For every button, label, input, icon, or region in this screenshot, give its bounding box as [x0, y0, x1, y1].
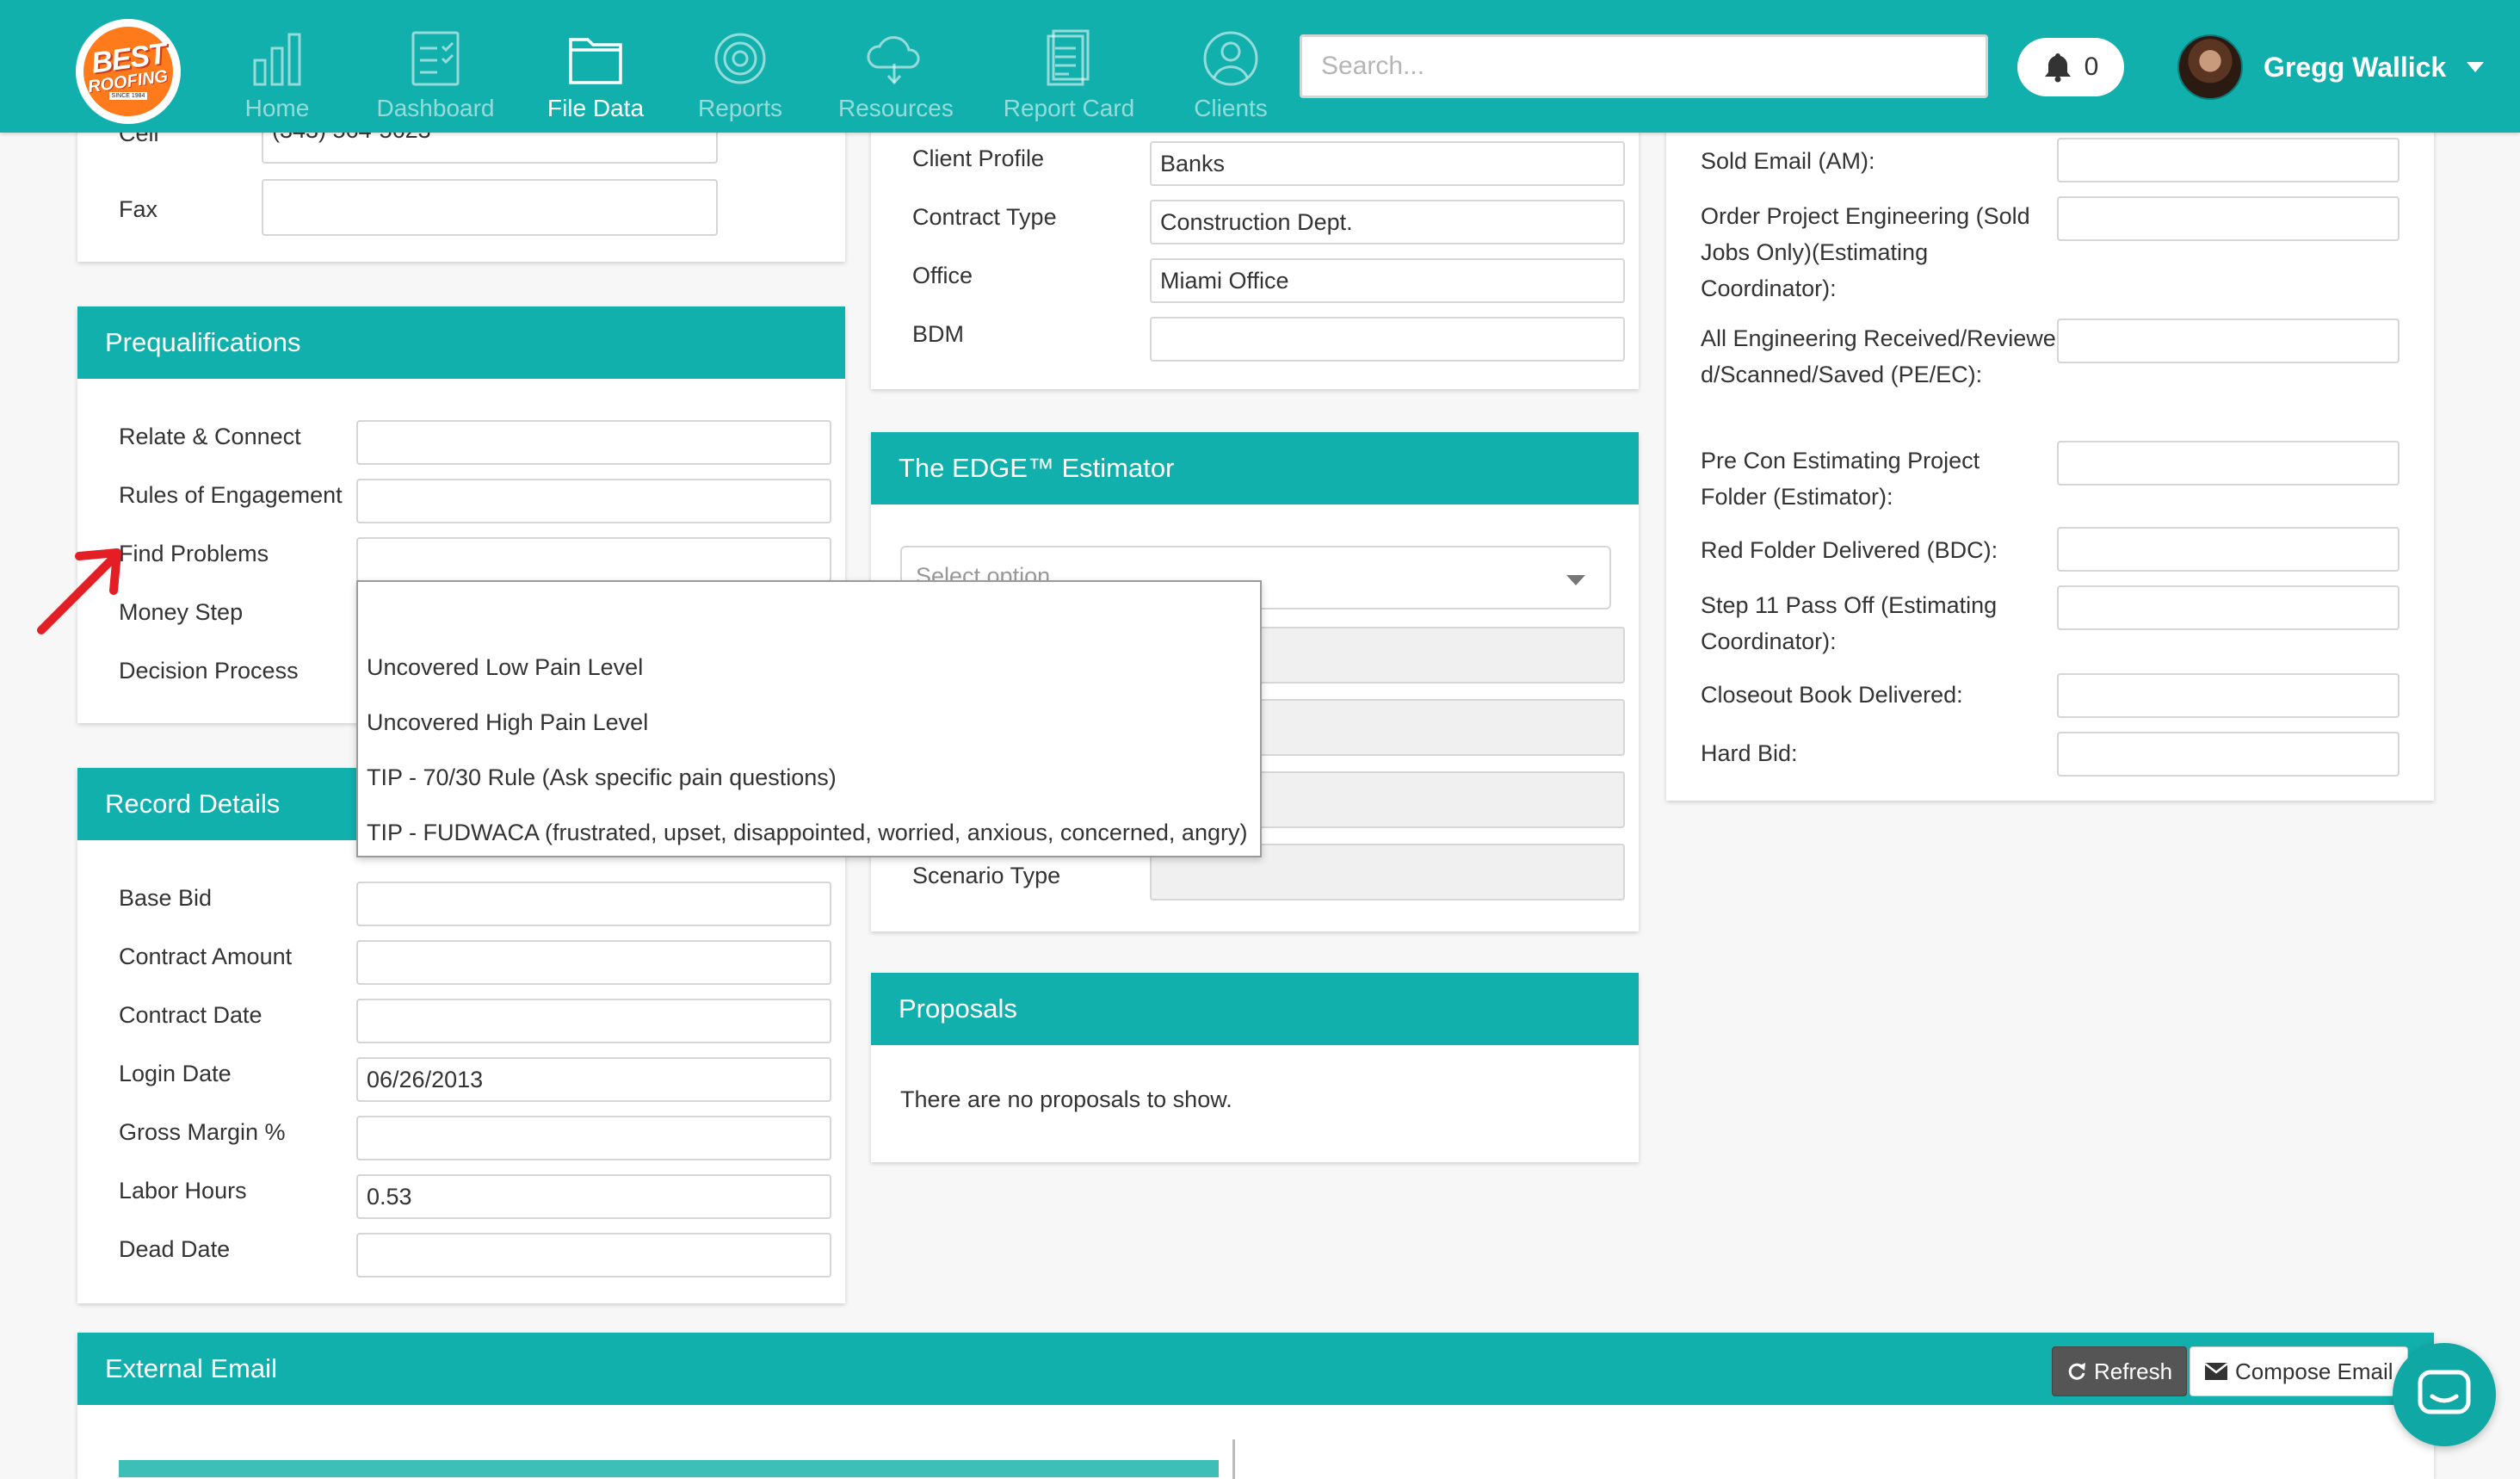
nav-resources[interactable]: Resources — [838, 26, 954, 126]
user-icon — [1203, 31, 1258, 86]
closeout-book-field[interactable] — [2057, 673, 2400, 718]
find-problems-select[interactable] — [356, 537, 831, 582]
dropdown-option-low-pain[interactable]: Uncovered Low Pain Level — [367, 654, 643, 681]
compose-email-button[interactable]: Compose Email — [2190, 1346, 2408, 1396]
nav-home[interactable]: Home — [234, 26, 320, 126]
fax-label: Fax — [119, 196, 158, 222]
labor-hours-field[interactable]: 0.53 — [356, 1174, 831, 1219]
contract-type-label: Contract Type — [912, 204, 1057, 230]
notification-count: 0 — [2084, 53, 2099, 81]
avatar — [2177, 34, 2243, 100]
dropdown-option-tip-fudwaca[interactable]: TIP - FUDWACA (frustrated, upset, disapp… — [367, 820, 1247, 846]
no-proposals-text: There are no proposals to show. — [900, 1086, 1232, 1112]
nav-clients[interactable]: Clients — [1188, 26, 1274, 126]
dead-date-field[interactable] — [356, 1233, 831, 1278]
client-profile-field[interactable]: Banks — [1150, 141, 1625, 186]
refresh-icon — [2068, 1363, 2085, 1380]
all-engineering-label: All Engineering Received/Reviewed/Scanne… — [1701, 325, 2056, 387]
bdm-label: BDM — [912, 321, 964, 347]
step-11-label: Step 11 Pass Off (Estimating Coordinator… — [1701, 592, 1998, 654]
top-navbar: BEST ROOFING SINCE 1984 Home Dashboard F… — [0, 0, 2520, 133]
hard-bid-field[interactable] — [2057, 732, 2400, 777]
search-input[interactable] — [1300, 34, 1988, 98]
nav-report-card[interactable]: Report Card — [1000, 26, 1138, 126]
contract-type-field[interactable]: Construction Dept. — [1150, 200, 1625, 244]
order-engineering-field[interactable] — [2057, 196, 2400, 241]
gross-margin-field[interactable] — [356, 1116, 831, 1160]
relate-connect-label: Relate & Connect — [119, 424, 301, 449]
relate-connect-field[interactable] — [356, 420, 831, 465]
chat-icon — [2418, 1370, 2471, 1414]
checklist-icon — [411, 31, 460, 86]
folder-icon — [569, 38, 622, 84]
contract-amount-label: Contract Amount — [119, 944, 293, 969]
order-engineering-label: Order Project Engineering (Sold Jobs Onl… — [1701, 203, 2030, 301]
contract-date-label: Contract Date — [119, 1002, 262, 1028]
best-roofing-logo[interactable]: BEST ROOFING SINCE 1984 — [76, 19, 181, 124]
email-list-bar — [119, 1460, 1219, 1477]
decision-process-label: Decision Process — [119, 658, 299, 684]
sold-email-label: Sold Email (AM): — [1701, 148, 1875, 174]
contract-date-field[interactable] — [356, 999, 831, 1043]
sold-email-field[interactable] — [2057, 138, 2400, 183]
notifications-button[interactable]: 0 — [2017, 38, 2124, 96]
proposals-header: Proposals — [871, 973, 1639, 1045]
find-problems-dropdown: Uncovered Low Pain Level Uncovered High … — [356, 580, 1262, 857]
office-label: Office — [912, 263, 973, 288]
envelope-icon — [2204, 1363, 2228, 1380]
column-divider — [1232, 1439, 1235, 1479]
proposals-panel: Proposals There are no proposals to show… — [871, 973, 1639, 1162]
find-problems-label: Find Problems — [119, 541, 269, 566]
scenario-type-label: Scenario Type — [912, 863, 1061, 888]
chevron-down-icon — [2467, 62, 2485, 72]
office-field[interactable]: Miami Office — [1150, 258, 1625, 303]
login-date-field[interactable]: 06/26/2013 — [356, 1057, 831, 1102]
chevron-down-icon — [1566, 575, 1585, 585]
rules-engagement-field[interactable] — [356, 479, 831, 523]
rules-engagement-label: Rules of Engagement — [119, 482, 343, 508]
nav-reports[interactable]: Reports — [695, 26, 785, 126]
dropdown-option-tip-7030[interactable]: TIP - 70/30 Rule (Ask specific pain ques… — [367, 764, 837, 791]
pre-con-label: Pre Con Estimating Project Folder (Estim… — [1701, 448, 1980, 510]
login-date-label: Login Date — [119, 1061, 232, 1086]
step-11-field[interactable] — [2057, 585, 2400, 630]
chat-launcher-button[interactable] — [2393, 1343, 2496, 1446]
user-name: Gregg Wallick — [2264, 51, 2447, 83]
nav-file-data[interactable]: File Data — [546, 26, 645, 126]
red-folder-field[interactable] — [2057, 527, 2400, 572]
bar-chart-icon — [253, 33, 301, 86]
red-folder-label: Red Folder Delivered (BDC): — [1701, 537, 1998, 563]
base-bid-label: Base Bid — [119, 885, 213, 911]
contract-amount-field[interactable] — [356, 940, 831, 985]
bdm-field[interactable] — [1150, 317, 1625, 362]
base-bid-field[interactable] — [356, 882, 831, 926]
cloud-icon — [867, 36, 920, 85]
closeout-book-label: Closeout Book Delivered: — [1701, 682, 1963, 708]
hard-bid-label: Hard Bid: — [1701, 740, 1798, 766]
bell-icon — [2044, 53, 2071, 83]
all-engineering-field[interactable] — [2057, 319, 2400, 363]
document-icon — [1047, 29, 1090, 86]
labor-hours-label: Labor Hours — [119, 1178, 247, 1204]
client-profile-label: Client Profile — [912, 145, 1045, 171]
pre-con-field[interactable] — [2057, 441, 2400, 486]
annotation-arrow-icon — [37, 548, 121, 634]
refresh-button[interactable]: Refresh — [2052, 1346, 2188, 1396]
gross-margin-label: Gross Margin % — [119, 1119, 286, 1145]
dead-date-label: Dead Date — [119, 1236, 231, 1262]
money-step-label: Money Step — [119, 599, 244, 625]
fax-field[interactable] — [262, 179, 718, 236]
target-icon — [714, 33, 766, 84]
dropdown-option-high-pain[interactable]: Uncovered High Pain Level — [367, 709, 648, 736]
estimator-header: The EDGE™ Estimator — [871, 432, 1639, 504]
nav-dashboard[interactable]: Dashboard — [375, 26, 496, 126]
prequalifications-header: Prequalifications — [77, 306, 845, 379]
user-menu[interactable]: Gregg Wallick — [2177, 33, 2485, 102]
